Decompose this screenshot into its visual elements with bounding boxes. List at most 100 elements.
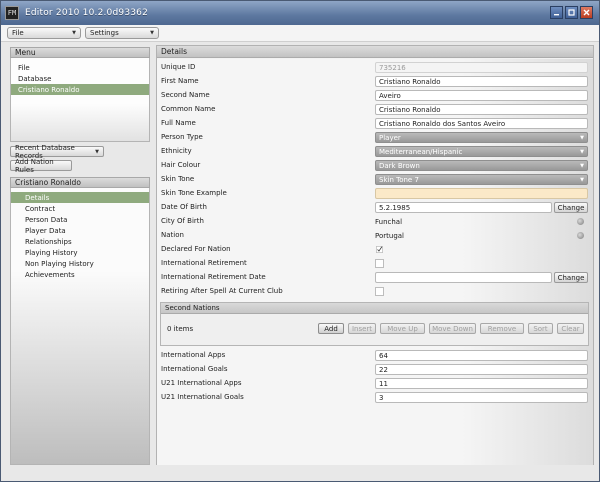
title-bar[interactable]: FM Editor 2010 10.2.0d93362 — [1, 1, 599, 25]
nav-item-person-data[interactable]: Person Data — [11, 214, 149, 225]
common-name-value: Cristiano Ronaldo — [379, 105, 441, 114]
app-icon: FM — [5, 6, 19, 20]
menu-panel-header: Menu — [10, 47, 150, 58]
nav-item-label: Contract — [25, 204, 56, 213]
international-apps-value: 64 — [379, 351, 388, 360]
date-of-birth-label: Date Of Birth — [161, 203, 207, 211]
nav-item-label: Player Data — [25, 226, 66, 235]
skin-tone-label: Skin Tone — [161, 175, 195, 183]
second-name-field[interactable]: Aveiro — [375, 90, 588, 101]
skin-tone-value: Skin Tone 7 — [379, 175, 419, 184]
first-name-label: First Name — [161, 77, 199, 85]
ethnicity-dropdown[interactable]: Mediterranean/Hispanic ▼ — [375, 146, 588, 157]
nav-item-details[interactable]: Details — [11, 192, 149, 203]
chevron-down-icon: ▼ — [580, 162, 584, 169]
first-name-field[interactable]: Cristiano Ronaldo — [375, 76, 588, 87]
chevron-down-icon: ▼ — [580, 176, 584, 183]
full-name-field[interactable]: Cristiano Ronaldo dos Santos Aveiro — [375, 118, 588, 129]
chevron-down-icon: ▼ — [95, 148, 99, 155]
unique-id-value: 735216 — [379, 63, 406, 72]
insert-second-nation-button[interactable]: Insert — [348, 323, 376, 334]
first-name-value: Cristiano Ronaldo — [379, 77, 441, 86]
close-icon[interactable] — [580, 6, 593, 19]
declared-for-nation-checkbox[interactable] — [375, 245, 384, 254]
chevron-down-icon: ▼ — [150, 30, 154, 36]
date-of-birth-value: 5.2.1985 — [379, 203, 411, 212]
add-nation-rules-button[interactable]: Add Nation Rules — [10, 158, 72, 174]
hair-colour-dropdown[interactable]: Dark Brown ▼ — [375, 160, 588, 171]
menu-item-cristiano-ronaldo[interactable]: Cristiano Ronaldo — [11, 84, 149, 95]
clear-button[interactable]: Clear — [557, 323, 584, 334]
person-type-label: Person Type — [161, 133, 203, 141]
minimize-icon[interactable] — [550, 6, 563, 19]
window-title: Editor 2010 10.2.0d93362 — [25, 8, 149, 18]
nav-item-label: Relationships — [25, 237, 72, 246]
editor-window: FM Editor 2010 10.2.0d93362 File ▼ Setti… — [0, 0, 600, 482]
skin-tone-dropdown[interactable]: Skin Tone 7 ▼ — [375, 174, 588, 185]
retiring-after-spell-checkbox[interactable] — [375, 287, 384, 296]
full-name-value: Cristiano Ronaldo dos Santos Aveiro — [379, 119, 506, 128]
add-second-nation-button[interactable]: Add — [318, 323, 344, 334]
nav-item-label: Details — [25, 193, 50, 202]
u21-international-goals-field[interactable]: 3 — [375, 392, 588, 403]
menu-item-database[interactable]: Database — [11, 73, 149, 84]
u21-international-apps-field[interactable]: 11 — [375, 378, 588, 389]
international-retirement-checkbox[interactable] — [375, 259, 384, 268]
nav-item-non-playing-history[interactable]: Non Playing History — [11, 258, 149, 269]
change-retirement-date-button[interactable]: Change — [554, 272, 588, 283]
u21-international-goals-value: 3 — [379, 393, 384, 402]
nation-link-icon[interactable] — [577, 232, 584, 239]
u21-international-apps-label: U21 International Apps — [161, 379, 242, 387]
maximize-icon[interactable] — [565, 6, 578, 19]
details-form: Unique ID 735216 First Name Cristiano Ro… — [157, 59, 593, 465]
common-name-field[interactable]: Cristiano Ronaldo — [375, 104, 588, 115]
remove-button[interactable]: Remove — [480, 323, 524, 334]
settings-menu-label: Settings — [90, 29, 119, 37]
move-up-button[interactable]: Move Up — [380, 323, 425, 334]
international-goals-field[interactable]: 22 — [375, 364, 588, 375]
second-nations-panel: Second Nations 0 items Add Insert Move U… — [160, 302, 589, 346]
nav-item-playing-history[interactable]: Playing History — [11, 247, 149, 258]
date-of-birth-field[interactable]: 5.2.1985 — [375, 202, 552, 213]
nav-item-achievements[interactable]: Achievements — [11, 269, 149, 280]
recent-database-records-button[interactable]: Recent Database Records ▼ — [10, 144, 104, 160]
menu-panel: File Database Cristiano Ronaldo — [10, 58, 150, 142]
nav-item-relationships[interactable]: Relationships — [11, 236, 149, 247]
skin-tone-example-label: Skin Tone Example — [161, 189, 227, 197]
sort-button[interactable]: Sort — [528, 323, 553, 334]
ethnicity-value: Mediterranean/Hispanic — [379, 147, 463, 156]
second-nations-header: Second Nations — [161, 303, 588, 314]
file-menu-label: File — [12, 29, 24, 37]
international-apps-label: International Apps — [161, 351, 226, 359]
person-type-dropdown[interactable]: Player ▼ — [375, 132, 588, 143]
second-nations-count: 0 items — [167, 325, 194, 333]
international-retirement-date-field[interactable] — [375, 272, 552, 283]
menu-panel-title: Menu — [15, 48, 36, 57]
skin-tone-example-swatch — [375, 188, 588, 199]
u21-international-goals-label: U21 International Goals — [161, 393, 244, 401]
menu-item-label: Database — [18, 74, 52, 83]
settings-menu-button[interactable]: Settings ▼ — [85, 27, 159, 39]
international-goals-label: International Goals — [161, 365, 228, 373]
menu-item-file[interactable]: File — [11, 62, 149, 73]
city-of-birth-label: City Of Birth — [161, 217, 204, 225]
nav-item-contract[interactable]: Contract — [11, 203, 149, 214]
nav-item-label: Person Data — [25, 215, 68, 224]
nav-item-player-data[interactable]: Player Data — [11, 225, 149, 236]
second-nations-title: Second Nations — [165, 304, 220, 312]
full-name-label: Full Name — [161, 119, 196, 127]
player-nav-panel: Details Contract Person Data Player Data… — [10, 188, 150, 465]
file-menu-button[interactable]: File ▼ — [7, 27, 81, 39]
change-date-of-birth-button[interactable]: Change — [554, 202, 588, 213]
international-apps-field[interactable]: 64 — [375, 350, 588, 361]
unique-id-field: 735216 — [375, 62, 588, 73]
move-down-button[interactable]: Move Down — [429, 323, 476, 334]
city-of-birth-link-icon[interactable] — [577, 218, 584, 225]
international-retirement-label: International Retirement — [161, 259, 247, 267]
details-panel-header: Details — [157, 46, 593, 58]
common-name-label: Common Name — [161, 105, 216, 113]
player-panel-title: Cristiano Ronaldo — [15, 178, 81, 187]
second-name-value: Aveiro — [379, 91, 401, 100]
checkmark-icon — [376, 246, 383, 253]
details-panel: Details Unique ID 735216 First Name Cris… — [156, 45, 594, 465]
